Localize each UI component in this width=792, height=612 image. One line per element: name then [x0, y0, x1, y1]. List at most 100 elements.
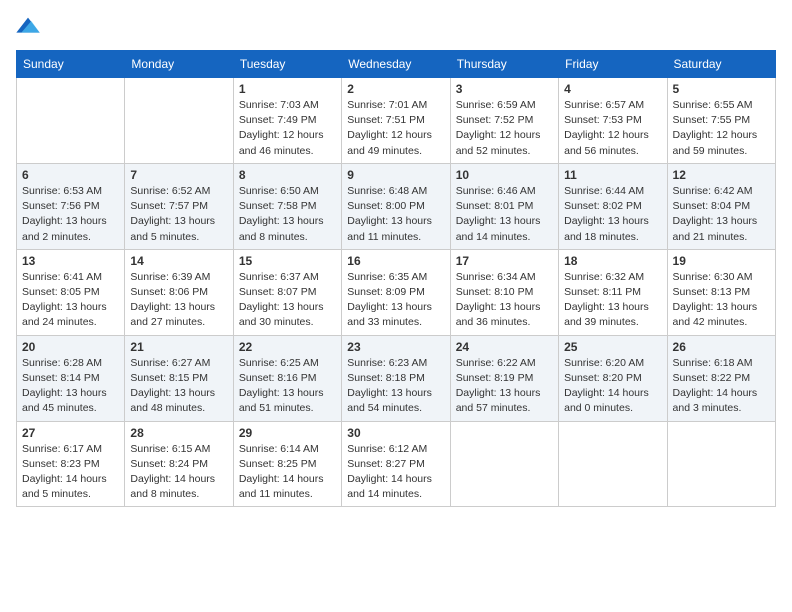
day-number: 23 [347, 340, 444, 354]
day-number: 24 [456, 340, 553, 354]
calendar-header-row: SundayMondayTuesdayWednesdayThursdayFrid… [17, 51, 776, 78]
calendar-cell: 14 Sunrise: 6:39 AM Sunset: 8:06 PM Dayli… [125, 249, 233, 335]
calendar-cell: 2 Sunrise: 7:01 AM Sunset: 7:51 PM Daylig… [342, 78, 450, 164]
day-number: 16 [347, 254, 444, 268]
day-number: 20 [22, 340, 119, 354]
calendar-cell: 15 Sunrise: 6:37 AM Sunset: 8:07 PM Dayli… [233, 249, 341, 335]
calendar-cell [17, 78, 125, 164]
day-info: Sunrise: 6:55 AM Sunset: 7:55 PM Dayligh… [673, 98, 770, 159]
day-number: 17 [456, 254, 553, 268]
calendar-cell [125, 78, 233, 164]
day-info: Sunrise: 6:17 AM Sunset: 8:23 PM Dayligh… [22, 442, 119, 503]
column-header-wednesday: Wednesday [342, 51, 450, 78]
day-info: Sunrise: 6:15 AM Sunset: 8:24 PM Dayligh… [130, 442, 227, 503]
calendar-week-row: 27 Sunrise: 6:17 AM Sunset: 8:23 PM Dayli… [17, 421, 776, 507]
day-number: 26 [673, 340, 770, 354]
calendar-cell: 18 Sunrise: 6:32 AM Sunset: 8:11 PM Dayli… [559, 249, 667, 335]
day-number: 19 [673, 254, 770, 268]
day-number: 7 [130, 168, 227, 182]
calendar-cell: 24Sunrise: 6:22 AM Sunset: 8:19 PM Dayli… [450, 335, 558, 421]
calendar-cell: 21Sunrise: 6:27 AM Sunset: 8:15 PM Dayli… [125, 335, 233, 421]
calendar-cell: 22 Sunrise: 6:25 AM Sunset: 8:16 PM Dayli… [233, 335, 341, 421]
calendar-week-row: 6 Sunrise: 6:53 AM Sunset: 7:56 PM Daylig… [17, 163, 776, 249]
calendar-cell: 23 Sunrise: 6:23 AM Sunset: 8:18 PM Dayli… [342, 335, 450, 421]
calendar-cell: 6 Sunrise: 6:53 AM Sunset: 7:56 PM Daylig… [17, 163, 125, 249]
day-info: Sunrise: 6:12 AM Sunset: 8:27 PM Dayligh… [347, 442, 444, 503]
day-info: Sunrise: 6:59 AM Sunset: 7:52 PM Dayligh… [456, 98, 553, 159]
day-info: Sunrise: 6:57 AM Sunset: 7:53 PM Dayligh… [564, 98, 661, 159]
calendar-cell: 17Sunrise: 6:34 AM Sunset: 8:10 PM Dayli… [450, 249, 558, 335]
day-info: Sunrise: 7:01 AM Sunset: 7:51 PM Dayligh… [347, 98, 444, 159]
calendar-cell: 1 Sunrise: 7:03 AM Sunset: 7:49 PM Daylig… [233, 78, 341, 164]
calendar-cell: 13 Sunrise: 6:41 AM Sunset: 8:05 PM Dayli… [17, 249, 125, 335]
day-info: Sunrise: 6:37 AM Sunset: 8:07 PM Dayligh… [239, 270, 336, 331]
calendar-cell: 16 Sunrise: 6:35 AM Sunset: 8:09 PM Dayli… [342, 249, 450, 335]
calendar-week-row: 20 Sunrise: 6:28 AM Sunset: 8:14 PM Dayli… [17, 335, 776, 421]
day-number: 15 [239, 254, 336, 268]
day-number: 1 [239, 82, 336, 96]
day-number: 13 [22, 254, 119, 268]
column-header-friday: Friday [559, 51, 667, 78]
day-info: Sunrise: 6:53 AM Sunset: 7:56 PM Dayligh… [22, 184, 119, 245]
calendar-cell [559, 421, 667, 507]
day-number: 12 [673, 168, 770, 182]
day-number: 30 [347, 426, 444, 440]
day-number: 22 [239, 340, 336, 354]
day-info: Sunrise: 6:46 AM Sunset: 8:01 PM Dayligh… [456, 184, 553, 245]
calendar-cell: 8Sunrise: 6:50 AM Sunset: 7:58 PM Daylig… [233, 163, 341, 249]
day-info: Sunrise: 7:03 AM Sunset: 7:49 PM Dayligh… [239, 98, 336, 159]
calendar-week-row: 13 Sunrise: 6:41 AM Sunset: 8:05 PM Dayli… [17, 249, 776, 335]
logo [16, 16, 44, 38]
column-header-sunday: Sunday [17, 51, 125, 78]
day-info: Sunrise: 6:30 AM Sunset: 8:13 PM Dayligh… [673, 270, 770, 331]
day-number: 27 [22, 426, 119, 440]
logo-icon [16, 16, 40, 36]
day-info: Sunrise: 6:14 AM Sunset: 8:25 PM Dayligh… [239, 442, 336, 503]
day-number: 21 [130, 340, 227, 354]
day-info: Sunrise: 6:32 AM Sunset: 8:11 PM Dayligh… [564, 270, 661, 331]
calendar-cell: 20 Sunrise: 6:28 AM Sunset: 8:14 PM Dayli… [17, 335, 125, 421]
calendar-cell: 26 Sunrise: 6:18 AM Sunset: 8:22 PM Dayli… [667, 335, 775, 421]
calendar-cell: 3 Sunrise: 6:59 AM Sunset: 7:52 PM Daylig… [450, 78, 558, 164]
day-info: Sunrise: 6:52 AM Sunset: 7:57 PM Dayligh… [130, 184, 227, 245]
calendar-cell: 29 Sunrise: 6:14 AM Sunset: 8:25 PM Dayli… [233, 421, 341, 507]
column-header-thursday: Thursday [450, 51, 558, 78]
day-number: 29 [239, 426, 336, 440]
day-number: 18 [564, 254, 661, 268]
column-header-monday: Monday [125, 51, 233, 78]
calendar-cell: 9Sunrise: 6:48 AM Sunset: 8:00 PM Daylig… [342, 163, 450, 249]
day-number: 8 [239, 168, 336, 182]
day-info: Sunrise: 6:23 AM Sunset: 8:18 PM Dayligh… [347, 356, 444, 417]
calendar-cell: 25Sunrise: 6:20 AM Sunset: 8:20 PM Dayli… [559, 335, 667, 421]
day-info: Sunrise: 6:20 AM Sunset: 8:20 PM Dayligh… [564, 356, 661, 417]
day-number: 3 [456, 82, 553, 96]
day-info: Sunrise: 6:28 AM Sunset: 8:14 PM Dayligh… [22, 356, 119, 417]
calendar-cell: 28 Sunrise: 6:15 AM Sunset: 8:24 PM Dayli… [125, 421, 233, 507]
calendar-cell: 10Sunrise: 6:46 AM Sunset: 8:01 PM Dayli… [450, 163, 558, 249]
day-info: Sunrise: 6:39 AM Sunset: 8:06 PM Dayligh… [130, 270, 227, 331]
day-number: 28 [130, 426, 227, 440]
day-info: Sunrise: 6:44 AM Sunset: 8:02 PM Dayligh… [564, 184, 661, 245]
day-number: 9 [347, 168, 444, 182]
calendar-cell: 30 Sunrise: 6:12 AM Sunset: 8:27 PM Dayli… [342, 421, 450, 507]
column-header-tuesday: Tuesday [233, 51, 341, 78]
column-header-saturday: Saturday [667, 51, 775, 78]
day-number: 2 [347, 82, 444, 96]
calendar-cell: 11 Sunrise: 6:44 AM Sunset: 8:02 PM Dayli… [559, 163, 667, 249]
day-number: 11 [564, 168, 661, 182]
calendar-cell: 7 Sunrise: 6:52 AM Sunset: 7:57 PM Daylig… [125, 163, 233, 249]
page-header [16, 16, 776, 38]
day-info: Sunrise: 6:35 AM Sunset: 8:09 PM Dayligh… [347, 270, 444, 331]
day-info: Sunrise: 6:25 AM Sunset: 8:16 PM Dayligh… [239, 356, 336, 417]
calendar-cell: 27 Sunrise: 6:17 AM Sunset: 8:23 PM Dayli… [17, 421, 125, 507]
day-info: Sunrise: 6:42 AM Sunset: 8:04 PM Dayligh… [673, 184, 770, 245]
calendar-table: SundayMondayTuesdayWednesdayThursdayFrid… [16, 50, 776, 507]
calendar-cell [667, 421, 775, 507]
day-info: Sunrise: 6:18 AM Sunset: 8:22 PM Dayligh… [673, 356, 770, 417]
calendar-cell: 12 Sunrise: 6:42 AM Sunset: 8:04 PM Dayli… [667, 163, 775, 249]
calendar-cell: 5Sunrise: 6:55 AM Sunset: 7:55 PM Daylig… [667, 78, 775, 164]
day-number: 14 [130, 254, 227, 268]
calendar-cell: 19 Sunrise: 6:30 AM Sunset: 8:13 PM Dayli… [667, 249, 775, 335]
day-info: Sunrise: 6:41 AM Sunset: 8:05 PM Dayligh… [22, 270, 119, 331]
day-number: 6 [22, 168, 119, 182]
